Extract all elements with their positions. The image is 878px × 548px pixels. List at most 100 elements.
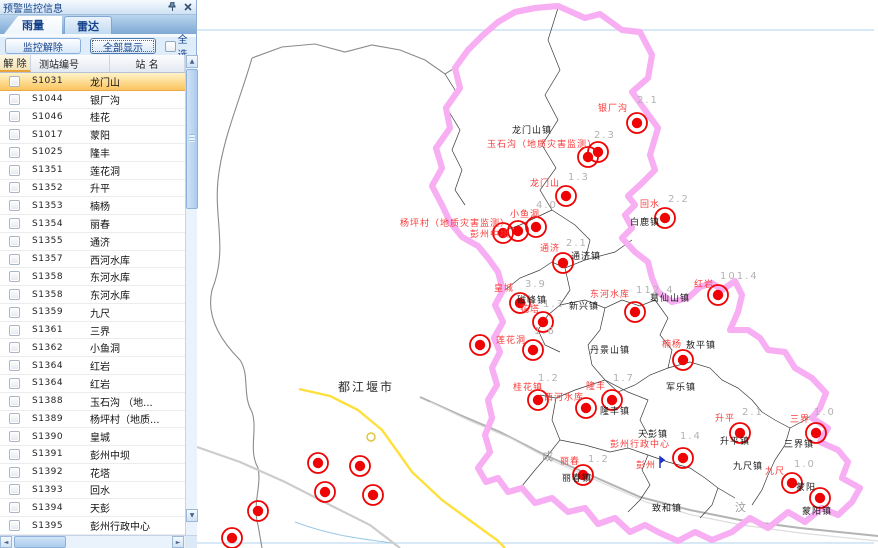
- town-label: 通济镇: [571, 252, 601, 262]
- horizontal-scrollbar[interactable]: ◄ ►: [0, 535, 197, 548]
- release-checkbox[interactable]: [9, 431, 20, 442]
- town-label: 新兴镇: [569, 302, 599, 312]
- station-id: S1362: [20, 343, 90, 353]
- station-warning-marker[interactable]: [508, 221, 528, 241]
- release-checkbox[interactable]: [9, 396, 20, 407]
- station-label: 升平: [715, 414, 735, 424]
- station-warning-marker[interactable]: [556, 186, 576, 206]
- scroll-up-arrow[interactable]: ▲: [186, 55, 198, 68]
- table-row[interactable]: S1362小鱼洞: [0, 339, 185, 357]
- release-checkbox[interactable]: [9, 449, 20, 460]
- release-checkbox[interactable]: [9, 342, 20, 353]
- release-checkbox[interactable]: [9, 182, 20, 193]
- town-label: 葛仙山镇: [650, 294, 690, 304]
- release-monitoring-button[interactable]: 监控解除: [5, 38, 81, 54]
- scroll-down-arrow[interactable]: ▼: [186, 509, 198, 522]
- station-warning-marker[interactable]: [470, 335, 490, 355]
- horizontal-scroll-thumb[interactable]: [14, 536, 66, 548]
- station-name: 丽春: [90, 216, 185, 231]
- column-header-station-id[interactable]: 测站编号: [31, 55, 110, 72]
- release-checkbox[interactable]: [9, 76, 20, 87]
- release-checkbox[interactable]: [9, 218, 20, 229]
- release-checkbox[interactable]: [9, 165, 20, 176]
- station-name: 西河水库: [90, 252, 185, 267]
- table-row[interactable]: S1394天彭: [0, 499, 185, 517]
- release-checkbox[interactable]: [9, 289, 20, 300]
- panel-tabstrip: 雨量 雷达: [0, 15, 196, 34]
- table-row[interactable]: S1352升平: [0, 180, 185, 198]
- table-row[interactable]: S1357西河水库: [0, 251, 185, 269]
- release-checkbox[interactable]: [9, 129, 20, 140]
- town-label: 九尺镇: [733, 462, 763, 472]
- table-row[interactable]: S1393回水: [0, 482, 185, 500]
- release-checkbox[interactable]: [9, 147, 20, 158]
- table-row[interactable]: S1351莲花洞: [0, 162, 185, 180]
- show-all-button[interactable]: 全部显示: [90, 38, 157, 54]
- station-warning-marker[interactable]: [315, 482, 335, 502]
- table-row[interactable]: S1359九尺: [0, 304, 185, 322]
- release-checkbox[interactable]: [9, 502, 20, 513]
- station-warning-marker[interactable]: [553, 253, 573, 273]
- release-checkbox[interactable]: [9, 378, 20, 389]
- rainfall-value: 1.7: [613, 374, 635, 384]
- station-warning-marker[interactable]: [673, 350, 693, 370]
- station-warning-marker[interactable]: [222, 528, 242, 548]
- town-label: 致和镇: [652, 504, 682, 514]
- table-row[interactable]: S1364红岩: [0, 357, 185, 375]
- table-row[interactable]: S1354丽春: [0, 215, 185, 233]
- scroll-left-arrow[interactable]: ◄: [0, 536, 12, 548]
- release-checkbox[interactable]: [9, 307, 20, 318]
- station-warning-marker[interactable]: [625, 302, 645, 322]
- release-checkbox[interactable]: [9, 94, 20, 105]
- pengzhou-city-marker[interactable]: [660, 457, 664, 468]
- station-warning-marker[interactable]: [248, 501, 268, 521]
- station-warning-marker[interactable]: [363, 485, 383, 505]
- column-header-release[interactable]: 解 除: [0, 55, 31, 72]
- station-name: 玉石沟 （地...: [90, 394, 185, 409]
- release-checkbox[interactable]: [9, 360, 20, 371]
- station-warning-marker[interactable]: [673, 448, 693, 468]
- scroll-right-arrow[interactable]: ►: [172, 536, 184, 548]
- table-row[interactable]: S1358东河水库: [0, 268, 185, 286]
- column-header-station-name[interactable]: 站 名: [110, 55, 185, 72]
- table-row[interactable]: S1395彭州行政中心: [0, 517, 185, 535]
- release-checkbox[interactable]: [9, 200, 20, 211]
- table-row[interactable]: S1046桂花: [0, 109, 185, 127]
- table-row[interactable]: S1025隆丰: [0, 144, 185, 162]
- release-checkbox[interactable]: [9, 413, 20, 424]
- release-checkbox[interactable]: [9, 236, 20, 247]
- table-row[interactable]: S1390皇城: [0, 428, 185, 446]
- table-row[interactable]: S1392花塔: [0, 464, 185, 482]
- table-row[interactable]: S1364红岩: [0, 375, 185, 393]
- station-warning-marker[interactable]: [308, 453, 328, 473]
- table-row[interactable]: S1358东河水库: [0, 286, 185, 304]
- station-warning-marker[interactable]: [350, 456, 370, 476]
- release-checkbox[interactable]: [9, 111, 20, 122]
- table-row[interactable]: S1355通济: [0, 233, 185, 251]
- tab-rainfall[interactable]: 雨量: [4, 16, 62, 34]
- table-row[interactable]: S1388玉石沟 （地...: [0, 393, 185, 411]
- station-warning-marker[interactable]: [526, 217, 546, 237]
- station-id: S1388: [20, 396, 90, 406]
- station-name: 通济: [90, 234, 185, 249]
- table-row[interactable]: S1017蒙阳: [0, 126, 185, 144]
- vertical-scroll-thumb[interactable]: [186, 69, 198, 209]
- table-row[interactable]: S1391彭州中坝: [0, 446, 185, 464]
- table-row[interactable]: S1031龙门山: [0, 73, 185, 91]
- station-warning-marker[interactable]: [627, 113, 647, 133]
- vertical-scrollbar[interactable]: ▲ ▼: [185, 55, 197, 535]
- release-checkbox[interactable]: [9, 467, 20, 478]
- release-checkbox[interactable]: [9, 484, 20, 495]
- table-row[interactable]: S1044银厂沟: [0, 91, 185, 109]
- close-icon[interactable]: [181, 2, 194, 13]
- select-all-checkbox[interactable]: [165, 41, 175, 52]
- release-checkbox[interactable]: [9, 325, 20, 336]
- release-checkbox[interactable]: [9, 254, 20, 265]
- release-checkbox[interactable]: [9, 520, 20, 531]
- tab-radar[interactable]: 雷达: [64, 16, 112, 34]
- pin-icon[interactable]: [166, 2, 179, 13]
- release-checkbox[interactable]: [9, 271, 20, 282]
- table-row[interactable]: S1353楠杨: [0, 197, 185, 215]
- table-row[interactable]: S1361三界: [0, 322, 185, 340]
- table-row[interactable]: S1389杨坪村（地质...: [0, 411, 185, 429]
